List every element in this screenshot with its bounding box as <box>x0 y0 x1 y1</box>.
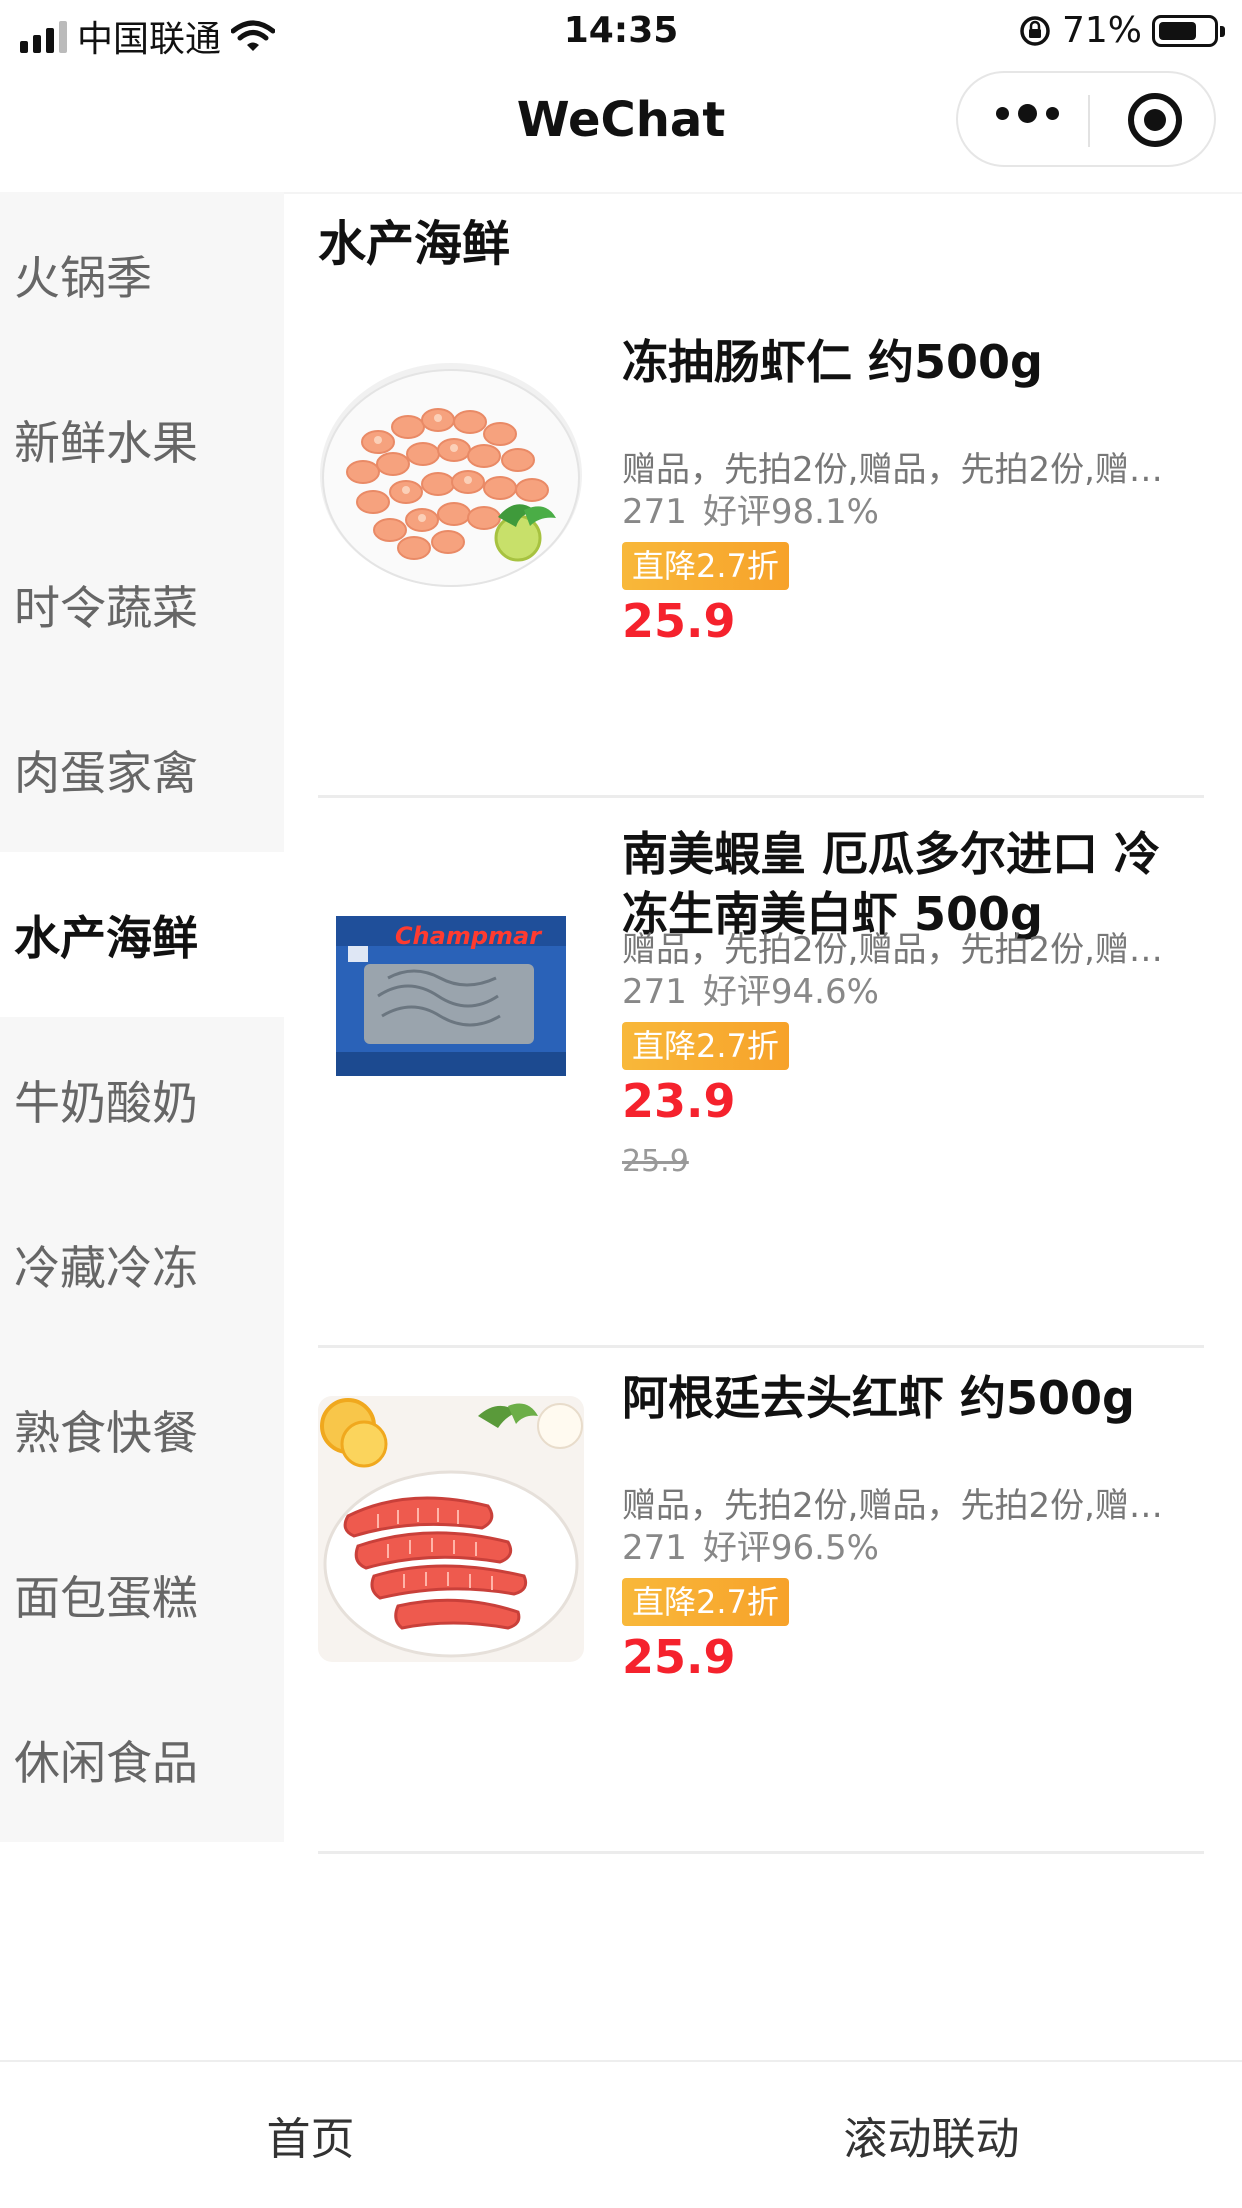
nav-bar: WeChat <box>0 62 1242 192</box>
product-price: 25.9 <box>622 1630 736 1684</box>
product-card[interactable]: 阿根廷去头红虾 约500g 赠品，先拍2份,赠品，先拍2份,赠品，先拍2份 27… <box>318 1348 1204 1854</box>
discount-badge: 直降2.7折 <box>622 1578 789 1626</box>
category-sidebar: 火锅季 新鲜水果 时令蔬菜 肉蛋家禽 水产海鲜 牛奶酸奶 冷藏冷冻 熟食快餐 面… <box>0 192 284 1842</box>
mini-program-capsule <box>956 71 1216 167</box>
battery-icon <box>1152 14 1225 47</box>
product-rating: 好评98.1% <box>702 492 879 532</box>
more-icon[interactable] <box>996 104 1059 123</box>
rotation-lock-icon <box>1020 15 1050 46</box>
tab-bar: 首页 滚动联动 <box>0 2060 1242 2208</box>
sidebar-item-bakery[interactable]: 面包蛋糕 <box>0 1512 284 1677</box>
product-sales-count: 271 <box>622 972 687 1012</box>
sidebar-item-meat-eggs[interactable]: 肉蛋家禽 <box>0 687 284 852</box>
product-image-shrimp[interactable] <box>318 342 584 608</box>
product-stats: 271 好评98.1% <box>622 484 879 533</box>
product-price: 23.9 <box>622 1074 736 1128</box>
product-card[interactable]: Champmar 南美蝦皇 厄瓜多尔进口 冷冻生南美白虾 500g 赠品，先拍2… <box>318 798 1204 1348</box>
product-stats: 271 好评96.5% <box>622 1520 879 1569</box>
product-rating: 好评96.5% <box>702 1528 879 1568</box>
sidebar-item-fruit[interactable]: 新鲜水果 <box>0 357 284 522</box>
tab-home[interactable]: 首页 <box>0 2062 621 2208</box>
product-stats: 271 好评94.6% <box>622 964 879 1013</box>
battery-percent: 71% <box>1061 10 1142 51</box>
sidebar-item-seafood[interactable]: 水产海鲜 <box>0 852 284 1017</box>
product-name[interactable]: 阿根廷去头红虾 约500g <box>622 1368 1204 1428</box>
battery-fill <box>1159 21 1196 40</box>
product-name[interactable]: 冻抽肠虾仁 约500g <box>622 332 1204 392</box>
product-price: 25.9 <box>622 594 736 648</box>
sidebar-item-hotpot[interactable]: 火锅季 <box>0 192 284 357</box>
close-target-icon[interactable] <box>1128 93 1182 147</box>
discount-badge: 直降2.7折 <box>622 542 789 590</box>
product-image-white-shrimp[interactable]: Champmar <box>318 846 584 1112</box>
section-title: 水产海鲜 <box>318 216 511 272</box>
product-image-red-shrimp[interactable] <box>318 1396 584 1662</box>
sidebar-item-snacks[interactable]: 休闲食品 <box>0 1677 284 1842</box>
product-sales-count: 271 <box>622 492 687 532</box>
sidebar-item-dairy[interactable]: 牛奶酸奶 <box>0 1017 284 1182</box>
product-sales-count: 271 <box>622 1528 687 1568</box>
sidebar-item-frozen[interactable]: 冷藏冷冻 <box>0 1182 284 1347</box>
product-list: 水产海鲜 冻抽肠虾仁 约500g 赠品，先拍2份,赠品，先拍2份,赠品， 271… <box>284 192 1242 1854</box>
product-card[interactable]: 冻抽肠虾仁 约500g 赠品，先拍2份,赠品，先拍2份,赠品，先拍2份 271好… <box>318 312 1204 798</box>
product-rating: 好评94.6% <box>702 972 879 1012</box>
status-bar: 中国联通 14:35 71% <box>0 0 1242 62</box>
status-right: 71% <box>1018 10 1225 51</box>
discount-badge: 直降2.7折 <box>622 1022 789 1070</box>
capsule-divider <box>1088 95 1090 147</box>
tab-scroll-linkage[interactable]: 滚动联动 <box>621 2062 1242 2208</box>
sidebar-item-vegetables[interactable]: 时令蔬菜 <box>0 522 284 687</box>
package-brand-text: Champmar <box>395 922 543 950</box>
product-original-price: 25.9 <box>622 1144 689 1179</box>
sidebar-item-deli[interactable]: 熟食快餐 <box>0 1347 284 1512</box>
